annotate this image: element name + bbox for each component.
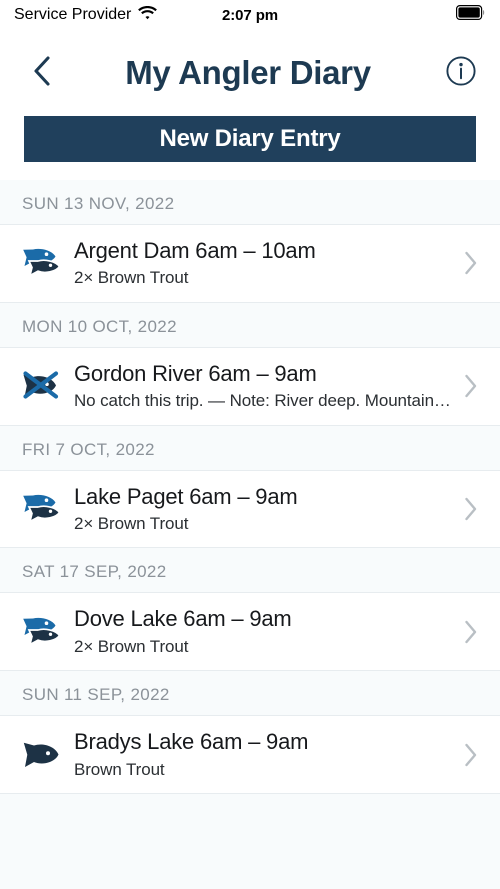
chevron-right-icon [465,497,477,521]
two-fish-icon [23,617,61,646]
chevron-right-icon [465,374,477,398]
two-fish-icon [18,489,64,529]
two-fish-icon [18,243,64,283]
chevron-right-icon[interactable] [458,373,484,399]
date-section-header: SUN 13 NOV, 2022 [0,180,500,225]
date-section-header: FRI 7 OCT, 2022 [0,425,500,471]
chevron-right-icon [465,743,477,766]
one-fish-icon [18,735,64,775]
diary-entry-title: Argent Dam 6am – 10am [74,238,316,263]
diary-entry-row[interactable]: Argent Dam 6am – 10am 2× Brown Trout [0,225,500,303]
battery-full-icon [456,5,486,25]
wifi-icon [138,5,158,25]
diary-entry-title: Lake Paget 6am – 9am [74,483,298,509]
status-bar: Service Provider 2:07 pm [0,0,500,30]
new-entry-area: New Diary Entry [0,116,500,180]
diary-entry-text: Lake Paget 6am – 9am 2× Brown Trout [74,484,452,535]
new-diary-entry-button[interactable]: New Diary Entry [24,116,476,162]
diary-entry-text: Argent Dam 6am – 10am 2× Brown Trout [74,238,452,289]
diary-entry-row[interactable]: Lake Paget 6am – 9am 2× Brown Trout [0,470,500,549]
diary-entry-row[interactable]: Bradys Lake 6am – 9am Brown Trout [0,716,500,794]
diary-entry-row[interactable]: Gordon River 6am – 9am No catch this trip… [0,347,500,426]
info-button[interactable] [444,55,478,92]
diary-entry-title: Gordon River 6am – 9am [74,360,317,386]
chevron-right-icon[interactable] [458,250,484,276]
diary-entry-subtitle: 2× Brown Trout [74,268,189,288]
chevron-left-icon [32,55,52,92]
two-fish-icon [18,612,64,652]
diary-entry-text: Bradys Lake 6am – 9am Brown Trout [74,729,452,780]
diary-entry-title: Dove Lake 6am – 9am [74,606,292,632]
diary-entry-title: Bradys Lake 6am – 9am [74,729,309,755]
date-section-header: SUN 11 SEP, 2022 [0,671,500,717]
no-catch-fish-icon [18,366,64,406]
diary-entry-list[interactable]: SUN 13 NOV, 2022 Argent Dam 6am – 10am 2×… [0,180,500,889]
info-circle-icon [445,55,477,92]
chevron-right-icon[interactable] [458,742,484,768]
status-bar-left: Service Provider [14,5,158,25]
diary-entry-subtitle: 2× Brown Trout [74,513,189,533]
two-fish-icon [23,249,61,278]
diary-entry-subtitle: 2× Brown Trout [74,636,189,656]
diary-entry-text: Dove Lake 6am – 9am 2× Brown Trout [74,606,452,657]
chevron-right-icon [465,620,477,643]
two-fish-icon [23,494,61,524]
date-section-header: SAT 17 SEP, 2022 [0,548,500,594]
carrier-label: Service Provider [14,6,132,23]
app-screen: Service Provider 2:07 pm My Angler Diary… [0,0,500,889]
page-title: My Angler Diary [125,54,371,91]
chevron-right-icon [465,252,477,275]
no-catch-fish-icon [23,371,59,399]
chevron-right-icon[interactable] [458,496,484,522]
diary-entry-row[interactable]: Dove Lake 6am – 9am 2× Brown Trout [0,593,500,672]
one-fish-icon [23,742,59,767]
diary-entry-subtitle: No catch this trip. — Note: River deep. … [74,391,452,411]
navigation-bar: My Angler Diary [0,30,500,116]
diary-entry-text: Gordon River 6am – 9am No catch this trip… [74,361,452,412]
diary-entry-subtitle: Brown Trout [74,759,165,779]
date-section-header: MON 10 OCT, 2022 [0,302,500,348]
chevron-right-icon[interactable] [458,619,484,645]
status-bar-right [456,5,486,25]
